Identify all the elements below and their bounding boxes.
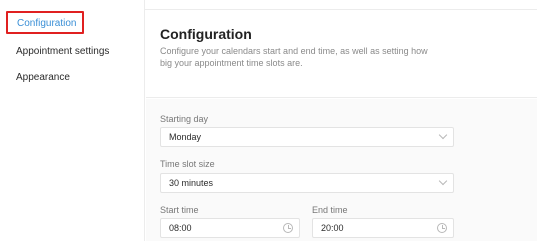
configuration-form: Starting day Monday Time slot size 30 mi… [146,99,537,241]
start-time-value: 08:00 [169,223,192,233]
main-panel: Configuration Configure your calendars s… [146,11,537,241]
sidebar-item-label: Appearance [16,72,70,83]
clock-icon [437,223,447,233]
page-description: Configure your calendars start and end t… [160,46,428,68]
chevron-down-icon [438,176,448,186]
time-slot-size-value: 30 minutes [169,178,214,188]
page-title: Configuration [160,26,252,42]
starting-day-label: Starting day [160,114,209,124]
sidebar-item-label: Appointment settings [16,46,110,57]
time-slot-size-select[interactable]: 30 minutes [160,173,454,193]
sidebar-item-label: Configuration [17,18,77,29]
section-header: Configuration Configure your calendars s… [146,11,537,98]
end-time-value: 20:00 [321,223,344,233]
chevron-down-icon [438,130,448,140]
sidebar-item-appearance[interactable]: Appearance [16,72,70,83]
starting-day-select[interactable]: Monday [160,127,454,147]
start-time-input[interactable]: 08:00 [160,218,300,238]
end-time-label: End time [312,205,348,215]
settings-sidebar: Configuration Appointment settings Appea… [0,0,145,241]
end-time-input[interactable]: 20:00 [312,218,454,238]
clock-icon [283,223,293,233]
time-slot-size-label: Time slot size [160,159,215,169]
settings-page: Configuration Appointment settings Appea… [0,0,537,241]
start-time-label: Start time [160,205,199,215]
sidebar-item-appointment-settings[interactable]: Appointment settings [16,46,109,57]
sidebar-item-configuration[interactable]: Configuration [6,11,84,34]
starting-day-value: Monday [169,132,202,142]
